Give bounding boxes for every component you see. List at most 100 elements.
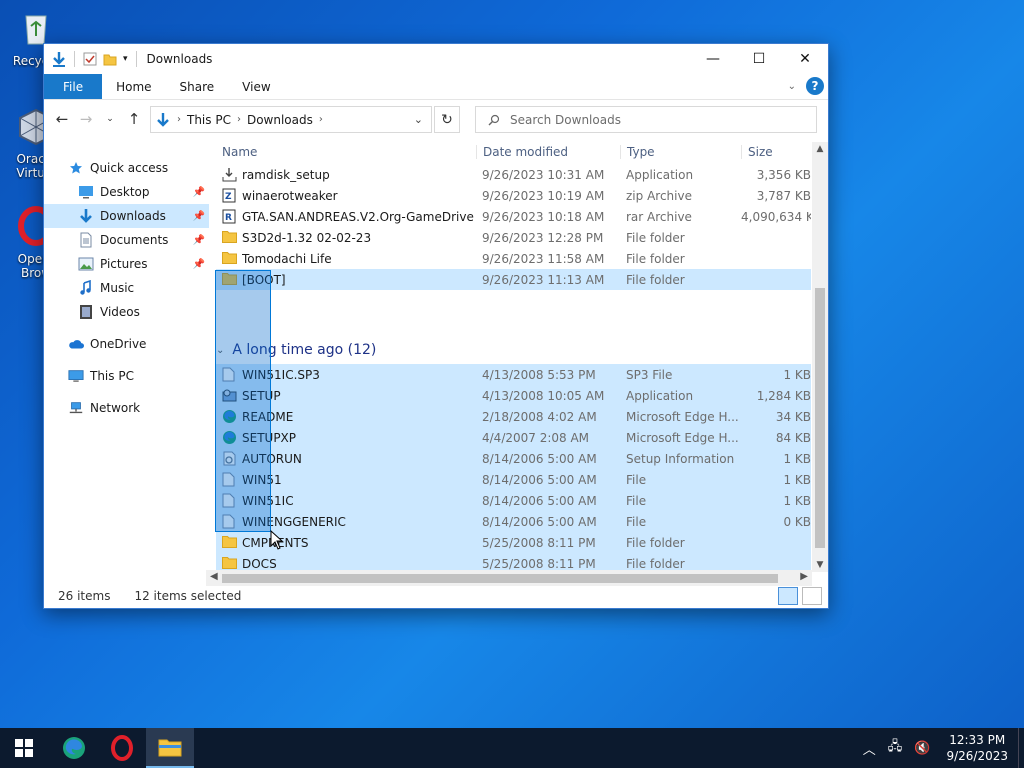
sidebar-item-onedrive[interactable]: OneDrive (44, 332, 209, 356)
group-header[interactable]: ⌄ A long time ago (12) (216, 336, 376, 364)
file-row[interactable]: Zwinaerotweaker 9/26/2023 10:19 AM zip Arc… (216, 185, 811, 206)
file-row[interactable]: [BOOT] 9/26/2023 11:13 AM File folder (216, 269, 811, 290)
expand-ribbon-icon[interactable]: ⌄ (788, 81, 796, 92)
file-row[interactable]: CMPNENTS5/25/2008 8:11 PMFile folder (216, 532, 811, 553)
file-type: zip Archive (626, 188, 692, 203)
file-type: rar Archive (626, 209, 692, 224)
file-date: 4/13/2008 10:05 AM (482, 388, 605, 403)
explorer-window: ▾ Downloads — ☐ ✕ File Home Share View ⌄… (43, 43, 829, 609)
clock-date: 9/26/2023 (946, 749, 1008, 763)
sidebar-item-label: Documents (100, 233, 169, 247)
large-icons-view-button[interactable] (802, 587, 822, 605)
column-header-size[interactable]: Size (741, 145, 773, 159)
title-bar[interactable]: ▾ Downloads — ☐ ✕ (44, 44, 828, 74)
minimize-button[interactable]: — (690, 44, 736, 74)
file-type: Microsoft Edge H... (626, 430, 739, 445)
pin-icon[interactable]: 📌 (193, 259, 205, 270)
forward-icon[interactable]: → (74, 110, 98, 128)
sidebar-item-label: Downloads (100, 209, 166, 223)
new-folder-icon[interactable] (103, 52, 117, 66)
file-type: File folder (626, 230, 685, 245)
clock-time: 12:33 PM (949, 733, 1006, 747)
column-header-date[interactable]: Date modified (476, 145, 568, 159)
file-name: SETUP (242, 388, 281, 403)
file-type: File (626, 493, 647, 508)
taskbar-explorer-button[interactable] (146, 728, 194, 768)
scroll-thumb[interactable] (815, 288, 825, 548)
scroll-right-icon[interactable]: ▶ (800, 571, 808, 582)
breadcrumb-chevron-icon[interactable]: › (177, 114, 181, 125)
refresh-button[interactable]: ↻ (434, 106, 460, 133)
file-row[interactable]: S3D2d-1.32 02-02-23 9/26/2023 12:28 PM Fil… (216, 227, 811, 248)
sidebar-item-downloads[interactable]: Downloads 📌 (44, 204, 209, 228)
show-hidden-icons-icon[interactable]: ︿ (863, 739, 876, 758)
sidebar-item-music[interactable]: Music (44, 276, 209, 300)
sidebar-item-desktop[interactable]: Desktop 📌 (44, 180, 209, 204)
file-type: File folder (626, 535, 685, 550)
clock[interactable]: 12:33 PM 9/26/2023 (936, 732, 1018, 764)
show-desktop-button[interactable] (1018, 728, 1024, 768)
file-date: 8/14/2006 5:00 AM (482, 493, 597, 508)
volume-muted-icon[interactable]: 🔇 (914, 741, 930, 756)
recent-locations-icon[interactable]: ⌄ (98, 114, 122, 124)
file-row[interactable]: WINENGGENERIC 8/14/2006 5:00 AM File 0 KB (216, 511, 811, 532)
file-row[interactable]: README 2/18/2008 4:02 AM Microsoft Edge H.… (216, 406, 811, 427)
sidebar-item-quick-access[interactable]: Quick access (44, 156, 209, 180)
folder-icon (222, 251, 237, 266)
maximize-button[interactable]: ☐ (736, 44, 782, 74)
column-header-name[interactable]: Name (222, 145, 257, 159)
scroll-thumb[interactable] (222, 574, 778, 583)
column-header-type[interactable]: Type (620, 145, 655, 159)
back-icon[interactable]: ← (50, 110, 74, 128)
sidebar-item-pictures[interactable]: Pictures 📌 (44, 252, 209, 276)
toolbar-separator (135, 51, 137, 67)
sidebar-item-this-pc[interactable]: This PC (44, 364, 209, 388)
close-button[interactable]: ✕ (782, 44, 828, 74)
breadcrumb-downloads[interactable]: Downloads (247, 113, 313, 127)
file-row[interactable]: ramdisk_setup 9/26/2023 10:31 AM Applicati… (216, 164, 811, 185)
taskbar-edge-button[interactable] (50, 728, 98, 768)
rar-file-icon: R (222, 209, 237, 224)
tab-file[interactable]: File (44, 74, 103, 99)
file-row[interactable]: Tomodachi Life 9/26/2023 11:58 AM File fol… (216, 248, 811, 269)
column-header-row: Name Date modified Type Size (216, 140, 828, 164)
start-button[interactable] (0, 728, 48, 768)
collapse-group-icon[interactable]: ⌄ (216, 345, 224, 356)
pin-icon[interactable]: 📌 (193, 235, 205, 246)
taskbar-opera-button[interactable] (98, 728, 146, 768)
file-row[interactable]: AUTORUN 8/14/2006 5:00 AM Setup Informatio… (216, 448, 811, 469)
tab-view[interactable]: View (228, 74, 284, 99)
sidebar-item-network[interactable]: Network (44, 396, 209, 420)
breadcrumb-chevron-icon[interactable]: › (237, 114, 241, 125)
details-view-button[interactable] (778, 587, 798, 605)
customize-toolbar-icon[interactable]: ▾ (123, 54, 128, 64)
file-row[interactable]: SETUPXP 4/4/2007 2:08 AM Microsoft Edge H.… (216, 427, 811, 448)
file-row[interactable]: WIN51 8/14/2006 5:00 AM File 1 KB (216, 469, 811, 490)
sidebar-item-videos[interactable]: Videos (44, 300, 209, 324)
pin-icon[interactable]: 📌 (193, 211, 205, 222)
breadcrumb-this-pc[interactable]: This PC (187, 113, 231, 127)
file-type: File folder (626, 251, 685, 266)
download-icon (78, 208, 94, 224)
file-row[interactable]: WIN51IC 8/14/2006 5:00 AM File 1 KB (216, 490, 811, 511)
up-icon[interactable]: ↑ (122, 110, 146, 128)
scroll-down-icon[interactable]: ▼ (812, 560, 828, 570)
breadcrumb-chevron-icon[interactable]: › (319, 114, 323, 125)
tab-home[interactable]: Home (102, 74, 165, 99)
tab-share[interactable]: Share (166, 74, 229, 99)
address-dropdown-icon[interactable]: ⌄ (414, 113, 423, 126)
pin-icon[interactable]: 📌 (193, 187, 205, 198)
scroll-up-icon[interactable]: ▲ (812, 144, 828, 154)
help-icon[interactable]: ? (806, 77, 824, 95)
search-placeholder: Search Downloads (510, 112, 621, 127)
file-row[interactable]: SETUP 4/13/2008 10:05 AM Application 1,284 … (216, 385, 811, 406)
address-bar[interactable]: › This PC › Downloads › ⌄ (150, 106, 432, 133)
properties-icon[interactable] (83, 52, 97, 66)
file-row[interactable]: R GTA.SAN.ANDREAS.V2.Org-GameDrive.O... 9/… (216, 206, 811, 227)
scroll-left-icon[interactable]: ◀ (210, 571, 218, 582)
search-input[interactable]: Search Downloads (475, 106, 817, 133)
network-status-icon[interactable]: 🖧 (888, 737, 903, 759)
vertical-scrollbar[interactable]: ▲ ▼ (812, 142, 828, 572)
sidebar-item-documents[interactable]: Documents 📌 (44, 228, 209, 252)
file-row[interactable]: WIN51IC.SP3 4/13/2008 5:53 PM SP3 File 1 KB (216, 364, 811, 385)
